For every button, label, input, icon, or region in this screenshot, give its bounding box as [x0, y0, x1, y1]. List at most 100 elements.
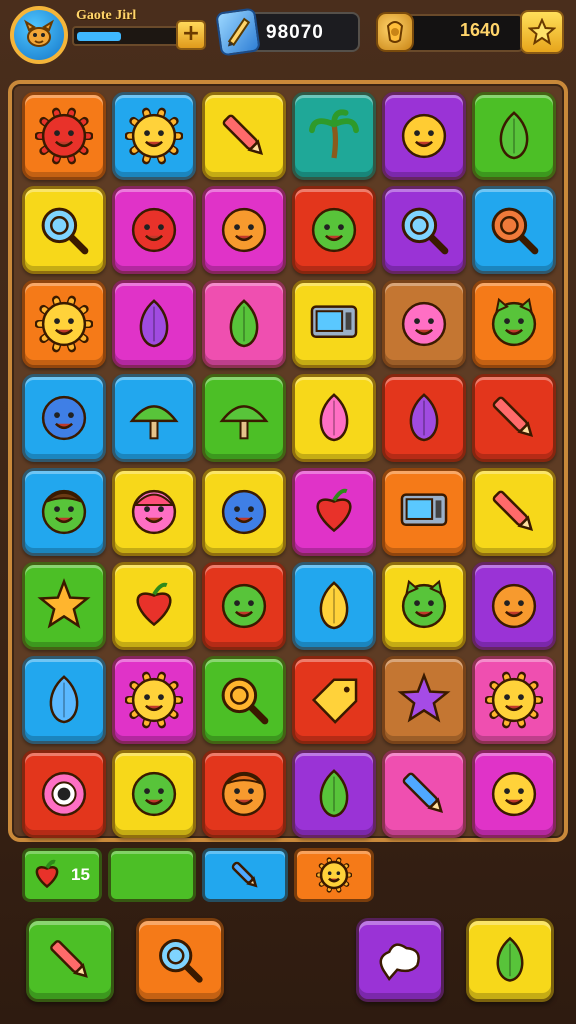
orange-ring-icon	[215, 671, 273, 729]
green-bottle-icon	[305, 765, 363, 823]
board-tile[interactable]	[202, 750, 286, 838]
board-tile[interactable]	[382, 92, 466, 180]
paintbrush-icon	[485, 483, 543, 541]
board-tile[interactable]	[22, 92, 106, 180]
board-tile[interactable]	[472, 186, 556, 274]
star-button[interactable]	[520, 10, 564, 54]
heart-sun-icon	[125, 671, 183, 729]
gem-counter[interactable]: 98070	[215, 7, 360, 57]
blue-ball-face-icon	[35, 389, 93, 447]
chat-action-button[interactable]	[356, 918, 444, 1002]
purple-star-icon	[395, 671, 453, 729]
pink-cap-face-icon	[125, 483, 183, 541]
board-tile[interactable]	[202, 656, 286, 744]
orange-pot-face-icon	[485, 577, 543, 635]
board-tile[interactable]	[112, 186, 196, 274]
blue-bug-face-icon	[215, 483, 273, 541]
tray-slot-count: 15	[71, 865, 90, 884]
player-avatar[interactable]	[10, 6, 68, 64]
board-tile[interactable]	[22, 562, 106, 650]
yellow-carrot-icon	[305, 577, 363, 635]
green-cat-face-icon	[485, 295, 543, 353]
red-sun-icon	[35, 107, 93, 165]
tray-slot[interactable]	[294, 848, 374, 902]
search-action-button[interactable]	[136, 918, 224, 1002]
spiral-lollipop-icon	[485, 201, 543, 259]
board-tile[interactable]	[472, 280, 556, 368]
board-tile[interactable]	[202, 562, 286, 650]
board-tile[interactable]	[22, 750, 106, 838]
magnifier-icon	[35, 201, 93, 259]
board-tile[interactable]	[292, 280, 376, 368]
microwave-icon	[305, 295, 363, 353]
board-tile[interactable]	[22, 280, 106, 368]
yellow-tag-icon	[305, 671, 363, 729]
board-tile[interactable]	[22, 656, 106, 744]
board-tile[interactable]	[112, 374, 196, 462]
board-tile[interactable]	[22, 468, 106, 556]
orange-blob-face-icon	[215, 201, 273, 259]
board-tile[interactable]	[292, 92, 376, 180]
board-tile[interactable]	[202, 92, 286, 180]
tray-slot[interactable]	[202, 848, 288, 902]
board-tile[interactable]	[472, 750, 556, 838]
board-tile[interactable]	[112, 280, 196, 368]
board-tile[interactable]	[472, 92, 556, 180]
board-tile[interactable]	[112, 656, 196, 744]
leaf-swirl-icon	[483, 933, 537, 987]
board-tile[interactable]	[382, 186, 466, 274]
board-tile[interactable]	[472, 656, 556, 744]
board-tile[interactable]	[292, 468, 376, 556]
board-tile[interactable]	[202, 186, 286, 274]
red-apple-icon	[305, 483, 363, 541]
sun-face-icon	[316, 857, 352, 893]
board-tile[interactable]	[472, 468, 556, 556]
board-tile[interactable]	[112, 468, 196, 556]
board-tile[interactable]	[22, 186, 106, 274]
board-tile[interactable]	[382, 374, 466, 462]
board-tile[interactable]	[202, 374, 286, 462]
tray-slot[interactable]: 15	[22, 848, 102, 902]
board-tile[interactable]	[472, 374, 556, 462]
green-mushroom-icon	[125, 389, 183, 447]
red-apple-icon	[29, 857, 65, 893]
board-tile[interactable]	[292, 562, 376, 650]
purple-balloon-icon	[395, 389, 453, 447]
yellow-ball-face-icon	[485, 765, 543, 823]
top-hud: Gaote Jirl + 98070 1640	[0, 0, 576, 70]
board-tile[interactable]	[22, 374, 106, 462]
screwdriver-icon	[485, 389, 543, 447]
green-cactus-face-icon	[125, 765, 183, 823]
dog-face-icon	[24, 19, 54, 47]
blue-drop-face-icon	[35, 671, 93, 729]
board-tile[interactable]	[112, 92, 196, 180]
player-name: Gaote Jirl	[76, 8, 137, 23]
green-cat-ball-icon	[395, 577, 453, 635]
board-tile[interactable]	[382, 656, 466, 744]
green-boat-icon	[215, 389, 273, 447]
pink-radish-icon	[305, 389, 363, 447]
purple-leaf-icon	[125, 295, 183, 353]
board-tile[interactable]	[202, 468, 286, 556]
orange-star-face-icon	[35, 577, 93, 635]
board-tile[interactable]	[292, 750, 376, 838]
board-tile[interactable]	[292, 186, 376, 274]
tray-slot[interactable]	[108, 848, 196, 902]
board-tile[interactable]	[292, 374, 376, 462]
red-heart-apple-icon	[125, 577, 183, 635]
board-tile[interactable]	[472, 562, 556, 650]
blue-ruler-icon	[227, 857, 263, 893]
board-tile[interactable]	[202, 280, 286, 368]
board-tile[interactable]	[382, 750, 466, 838]
board-tile[interactable]	[382, 280, 466, 368]
board-tile[interactable]	[382, 468, 466, 556]
board-tile[interactable]	[382, 562, 466, 650]
board-tile[interactable]	[292, 656, 376, 744]
board-tile[interactable]	[112, 750, 196, 838]
target-shield-icon	[395, 201, 453, 259]
swap-action-button[interactable]	[466, 918, 554, 1002]
draw-action-button[interactable]	[26, 918, 114, 1002]
coin-count: 1640	[460, 20, 501, 40]
add-xp-button[interactable]: +	[176, 20, 206, 50]
board-tile[interactable]	[112, 562, 196, 650]
